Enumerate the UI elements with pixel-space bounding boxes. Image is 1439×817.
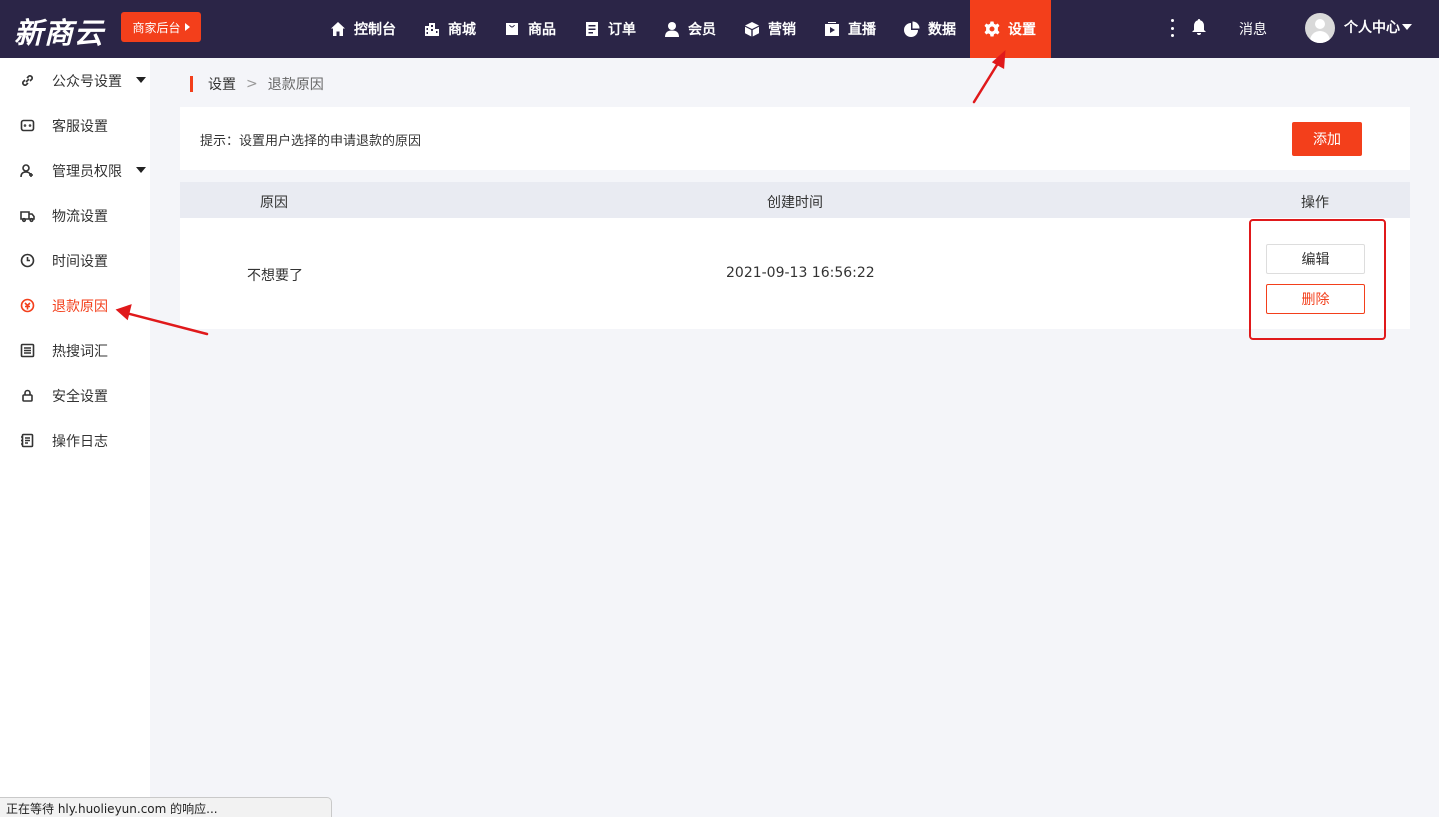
sidebar-item-label: 退款原因 [52,298,108,315]
sidebar-item-label: 客服设置 [52,118,108,135]
user-icon [664,21,680,37]
sidebar-item-label: 操作日志 [52,433,108,450]
caret-down-icon [136,77,146,83]
tip-panel: 提示：设置用户选择的申请退款的原因 添加 [180,107,1410,170]
merchant-backend-button[interactable]: 商家后台 [121,12,201,42]
annotation-highlight-box [1249,219,1386,340]
sidebar-item-logistics[interactable]: 物流设置 [0,193,150,238]
nav-label: 订单 [608,22,636,38]
main-nav: 控制台 商城 商品 订单 会员 营销 直播 数据 设置 [316,0,1051,58]
browser-status-bar: 正在等待 hly.huolieyun.com 的响应... [0,797,332,817]
column-header-actions: 操作 [1301,195,1329,211]
sidebar-item-official-account[interactable]: 公众号设置 [0,58,150,103]
nav-label: 设置 [1008,22,1036,38]
sidebar-item-label: 时间设置 [52,253,108,270]
top-navigation-bar: 新商云 商家后台 控制台 商城 商品 订单 会员 营销 直播 数据 设置 消息 … [0,0,1439,58]
nav-label: 营销 [768,22,796,38]
play-icon [824,21,840,37]
cell-created-time: 2021-09-13 16:56:22 [726,265,875,281]
sidebar-item-refund-reason[interactable]: 退款原因 [0,283,150,328]
nav-label: 会员 [688,22,716,38]
breadcrumb-parent[interactable]: 设置 [208,74,236,94]
sidebar-item-security[interactable]: 安全设置 [0,373,150,418]
nav-item-members[interactable]: 会员 [650,0,730,58]
link-icon [20,73,35,88]
tip-text: 提示：设置用户选择的申请退款的原因 [200,134,422,149]
lock-icon [20,388,35,403]
messages-link[interactable]: 消息 [1239,19,1267,39]
nav-label: 商品 [528,22,556,38]
caret-down-icon [136,167,146,173]
user-center-label: 个人中心 [1344,20,1400,36]
refund-reason-table: 原因 创建时间 操作 不想要了 2021-09-13 16:56:22 编辑 删… [180,182,1410,329]
merchant-backend-label: 商家后台 [132,20,181,35]
list-icon [584,21,600,37]
more-vertical-icon[interactable] [1167,17,1177,39]
sidebar-item-customer-service[interactable]: 客服设置 [0,103,150,148]
breadcrumb-accent-bar [190,76,193,92]
building-icon [424,21,440,37]
chat-icon [20,118,35,133]
sidebar-item-label: 公众号设置 [52,73,122,90]
log-icon [20,433,35,448]
cell-reason: 不想要了 [247,268,303,284]
sidebar-item-time[interactable]: 时间设置 [0,238,150,283]
bell-icon[interactable] [1190,18,1208,36]
chevron-down-icon [1402,24,1412,30]
breadcrumb-separator: > [246,76,258,92]
admin-icon [20,163,35,178]
nav-item-marketing[interactable]: 营销 [730,0,810,58]
clock-icon [20,253,35,268]
nav-item-orders[interactable]: 订单 [570,0,650,58]
home-icon [330,21,346,37]
add-button[interactable]: 添加 [1292,122,1362,156]
nav-item-dashboard[interactable]: 控制台 [316,0,410,58]
column-header-created-time: 创建时间 [767,195,823,211]
nav-item-data[interactable]: 数据 [890,0,970,58]
sidebar-item-label: 热搜词汇 [52,343,108,360]
pie-icon [904,21,920,37]
nav-label: 商城 [448,22,476,38]
column-header-reason: 原因 [260,195,288,211]
list-box-icon [20,343,35,358]
nav-item-live[interactable]: 直播 [810,0,890,58]
table-header: 原因 创建时间 操作 [180,182,1410,218]
sidebar-item-admin-permissions[interactable]: 管理员权限 [0,148,150,193]
sidebar-item-operation-log[interactable]: 操作日志 [0,418,150,463]
bag-icon [504,21,520,37]
annotation-arrow-line [972,58,1002,104]
cube-icon [744,21,760,37]
nav-item-products[interactable]: 商品 [490,0,570,58]
sidebar-item-hot-search[interactable]: 热搜词汇 [0,328,150,373]
nav-label: 数据 [928,22,956,38]
table-row: 不想要了 2021-09-13 16:56:22 编辑 删除 [180,218,1410,329]
nav-item-settings[interactable]: 设置 [970,0,1051,58]
nav-label: 控制台 [354,22,396,38]
breadcrumb: 设置 > 退款原因 [190,75,324,93]
avatar[interactable] [1305,13,1335,43]
sidebar-item-label: 物流设置 [52,208,108,225]
sidebar: 公众号设置 客服设置 管理员权限 物流设置 时间设置 退款原因 热搜词汇 安全设… [0,58,150,817]
breadcrumb-current: 退款原因 [267,77,324,93]
truck-icon [20,208,35,223]
triangle-right-icon [184,23,190,31]
nav-label: 直播 [848,22,876,38]
refund-icon [20,298,35,313]
app-logo[interactable]: 新商云 [14,10,104,52]
sidebar-item-label: 安全设置 [52,388,108,405]
sidebar-item-label: 管理员权限 [52,163,122,180]
nav-item-mall[interactable]: 商城 [410,0,490,58]
user-center-menu[interactable]: 个人中心 [1344,17,1412,37]
gear-icon [984,21,1000,37]
